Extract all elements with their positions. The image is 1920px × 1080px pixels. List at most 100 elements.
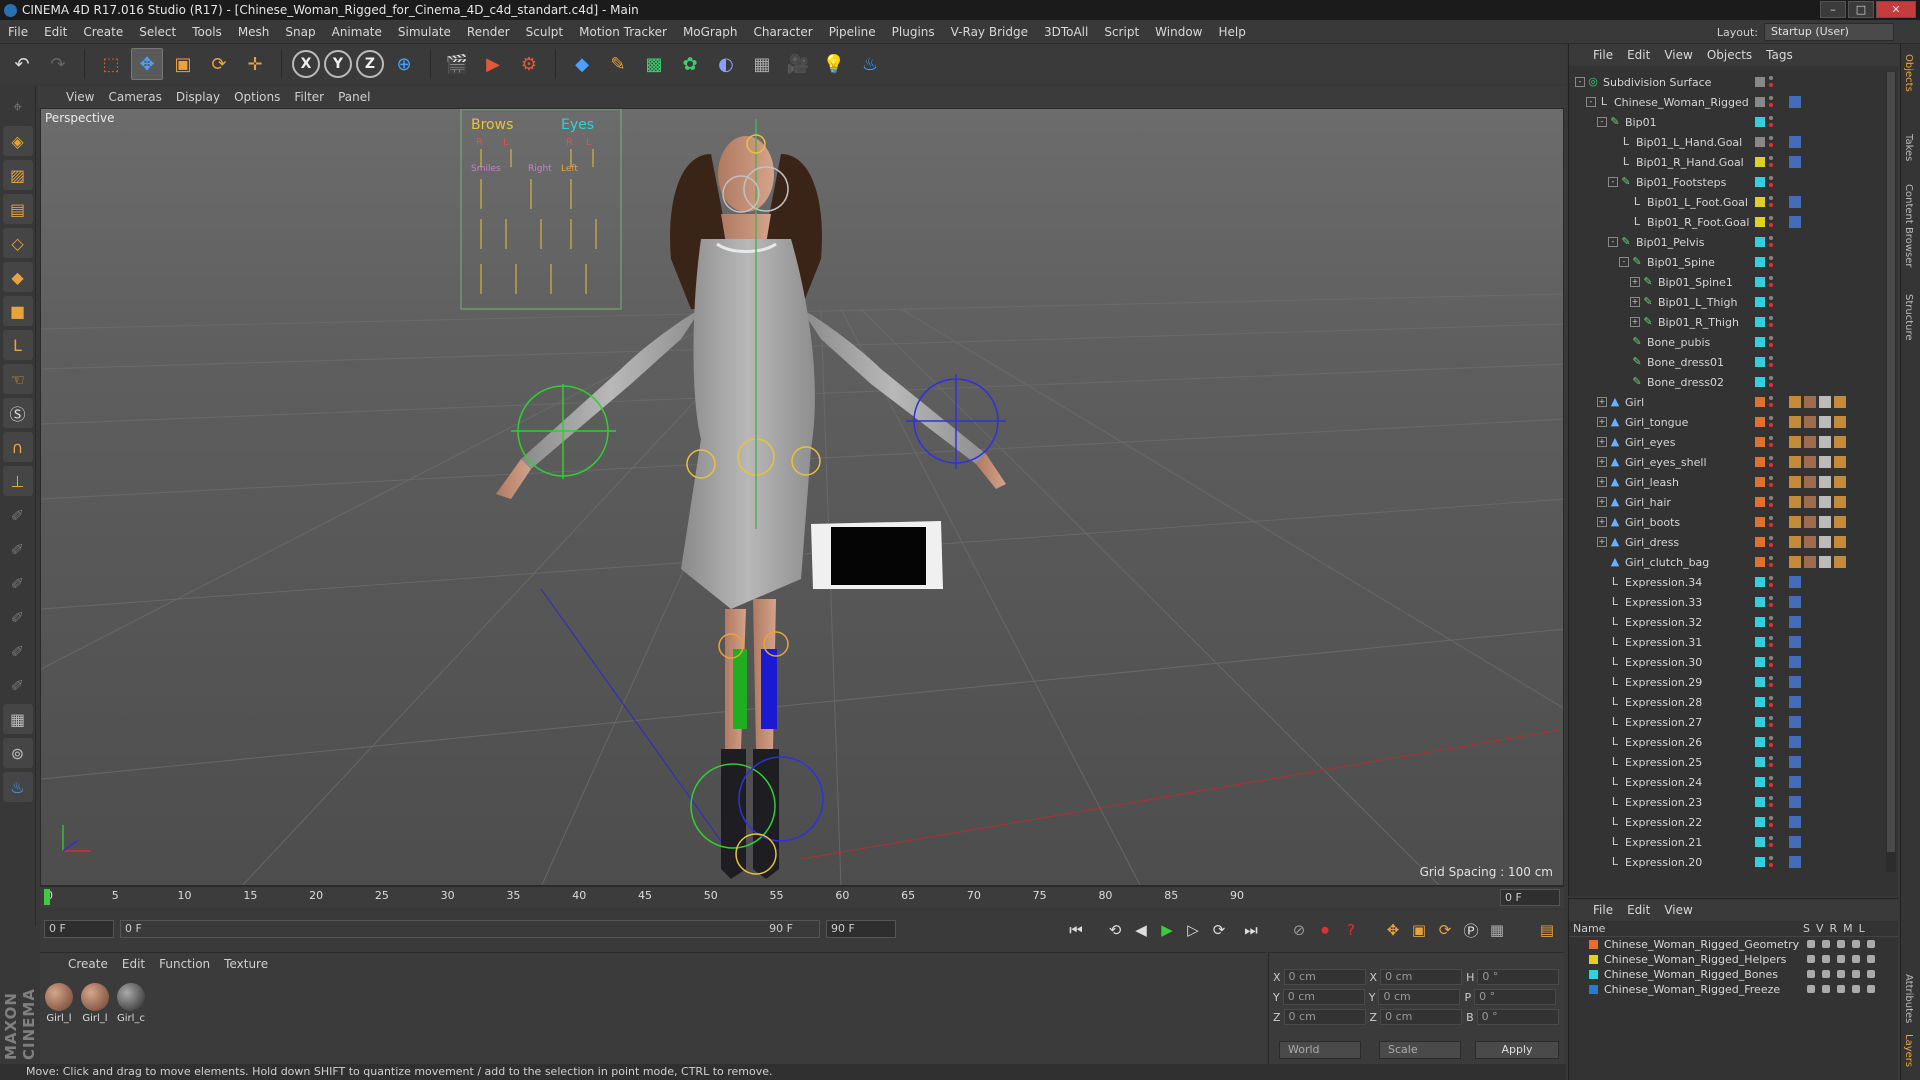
subdivision-generator-icon[interactable]: ▩: [638, 48, 670, 80]
expand-toggle-icon[interactable]: [1597, 697, 1607, 707]
key-rotation-icon[interactable]: ⟳: [1432, 918, 1458, 942]
layer-menu-edit[interactable]: Edit: [1627, 903, 1650, 917]
object-tag-icon[interactable]: [1804, 436, 1816, 448]
visibility-dots-icon[interactable]: [1769, 355, 1773, 369]
layer-color-swatch[interactable]: [1589, 970, 1598, 979]
object-tag-icon[interactable]: [1819, 396, 1831, 408]
array-generator-icon[interactable]: ✿: [674, 48, 706, 80]
expand-toggle-icon[interactable]: [1597, 557, 1607, 567]
close-button[interactable]: ✕: [1876, 1, 1916, 18]
expand-toggle-icon[interactable]: +: [1597, 497, 1607, 507]
maximize-button[interactable]: □: [1848, 1, 1874, 18]
expand-toggle-icon[interactable]: [1597, 837, 1607, 847]
expand-toggle-icon[interactable]: [1597, 677, 1607, 687]
coordinate-value-field[interactable]: 0 cm: [1283, 969, 1366, 985]
material-menu-texture[interactable]: Texture: [224, 957, 268, 973]
object-row[interactable]: L Expression.29: [1569, 672, 1887, 692]
layer-row[interactable]: Chinese_Woman_Rigged_Freeze: [1569, 982, 1898, 997]
expand-toggle-icon[interactable]: [1597, 857, 1607, 867]
object-tag-icon[interactable]: [1834, 456, 1846, 468]
expand-toggle-icon[interactable]: [1608, 137, 1618, 147]
visibility-dots-icon[interactable]: [1769, 655, 1773, 669]
object-row[interactable]: + ✎ Bip01_R_Thigh: [1569, 312, 1887, 332]
visibility-dots-icon[interactable]: [1769, 755, 1773, 769]
snap-magnet-icon[interactable]: ∩: [2, 432, 33, 462]
y-axis-lock-icon[interactable]: Y: [324, 50, 352, 78]
visibility-dots-icon[interactable]: [1769, 395, 1773, 409]
object-row[interactable]: L Bip01_L_Foot.Goal: [1569, 192, 1887, 212]
make-editable-icon[interactable]: ⌖: [3, 92, 33, 122]
side-tab-objects[interactable]: Objects: [1903, 54, 1914, 92]
object-row[interactable]: + ✎ Bip01_L_Thigh: [1569, 292, 1887, 312]
sculpt-flatten-icon[interactable]: ✐: [3, 636, 33, 666]
object-tag-icon[interactable]: [1804, 416, 1816, 428]
layer-color-swatch[interactable]: [1589, 985, 1598, 994]
material-menu-create[interactable]: Create: [68, 957, 108, 973]
object-tag-icon[interactable]: [1804, 396, 1816, 408]
object-row[interactable]: L Expression.21: [1569, 832, 1887, 852]
visibility-dots-icon[interactable]: [1769, 675, 1773, 689]
menu-mesh[interactable]: Mesh: [230, 20, 278, 44]
object-tag-icon[interactable]: [1789, 136, 1801, 148]
expand-toggle-icon[interactable]: -: [1608, 237, 1618, 247]
layer-row[interactable]: Chinese_Woman_Rigged_Geometry: [1569, 937, 1898, 952]
side-tab-takes[interactable]: Takes: [1903, 134, 1914, 161]
coordinate-value-field[interactable]: 0 °: [1474, 989, 1557, 1005]
object-row[interactable]: + ▲ Girl_leash: [1569, 472, 1887, 492]
object-row[interactable]: ✎ Bone_dress01: [1569, 352, 1887, 372]
layer-lock-icon[interactable]: [1867, 955, 1875, 963]
visibility-dots-icon[interactable]: [1769, 795, 1773, 809]
side-tab-structure[interactable]: Structure: [1903, 294, 1914, 341]
axis-mode-icon[interactable]: L: [2, 330, 33, 360]
live-selection-icon[interactable]: ⬚: [95, 48, 127, 80]
key-parameter-icon[interactable]: Ⓟ: [1458, 918, 1484, 942]
menu-3dtoall[interactable]: 3DToAll: [1036, 20, 1096, 44]
object-tag-icon[interactable]: [1789, 576, 1801, 588]
key-pla-icon[interactable]: ▦: [1484, 918, 1510, 942]
object-tag-icon[interactable]: [1789, 476, 1801, 488]
recent-tool-icon[interactable]: ✛: [239, 48, 271, 80]
layer-manager-icon[interactable]: [1852, 940, 1860, 948]
visibility-dots-icon[interactable]: [1769, 515, 1773, 529]
coordinate-space-dropdown[interactable]: World: [1279, 1041, 1361, 1059]
object-row[interactable]: - ◎ Subdivision Surface: [1569, 72, 1887, 92]
menu-window[interactable]: Window: [1147, 20, 1210, 44]
object-row[interactable]: L Expression.27: [1569, 712, 1887, 732]
sculpt-inflate-icon[interactable]: ✐: [3, 602, 33, 632]
object-tag-icon[interactable]: [1834, 536, 1846, 548]
side-tab-content-browser[interactable]: Content Browser: [1903, 184, 1914, 267]
layer-solo-icon[interactable]: [1807, 985, 1815, 993]
expand-toggle-icon[interactable]: -: [1608, 177, 1618, 187]
object-row[interactable]: L Bip01_R_Hand.Goal: [1569, 152, 1887, 172]
object-row[interactable]: L Expression.23: [1569, 792, 1887, 812]
layer-menu-file[interactable]: File: [1593, 903, 1613, 917]
visibility-dots-icon[interactable]: [1769, 775, 1773, 789]
object-menu-tags[interactable]: Tags: [1766, 48, 1793, 62]
expand-toggle-icon[interactable]: +: [1597, 457, 1607, 467]
coordinate-system-icon[interactable]: ⊕: [388, 48, 420, 80]
object-tag-icon[interactable]: [1789, 216, 1801, 228]
object-manager-scrollbar[interactable]: [1886, 72, 1896, 872]
menu-help[interactable]: Help: [1210, 20, 1253, 44]
move-tool-icon[interactable]: ✥: [131, 48, 163, 80]
object-row[interactable]: + ▲ Girl_hair: [1569, 492, 1887, 512]
visibility-dots-icon[interactable]: [1769, 835, 1773, 849]
object-tag-icon[interactable]: [1789, 716, 1801, 728]
expand-toggle-icon[interactable]: [1597, 817, 1607, 827]
expand-toggle-icon[interactable]: [1597, 757, 1607, 767]
viewport-menu-view[interactable]: View: [66, 90, 94, 104]
object-tag-icon[interactable]: [1804, 536, 1816, 548]
visibility-dots-icon[interactable]: [1769, 195, 1773, 209]
expand-toggle-icon[interactable]: +: [1597, 517, 1607, 527]
coordinate-value-field[interactable]: 0 cm: [1378, 989, 1461, 1005]
object-tag-icon[interactable]: [1789, 536, 1801, 548]
sculpt-brush-icon[interactable]: ✐: [3, 500, 33, 530]
object-row[interactable]: L Expression.30: [1569, 652, 1887, 672]
object-tag-icon[interactable]: [1789, 456, 1801, 468]
object-tag-icon[interactable]: [1819, 556, 1831, 568]
polygons-mode-icon[interactable]: ■: [2, 296, 33, 326]
layout-dropdown[interactable]: Startup (User): [1764, 23, 1894, 41]
object-row[interactable]: + ▲ Girl_eyes: [1569, 432, 1887, 452]
object-tag-icon[interactable]: [1789, 656, 1801, 668]
menu-v-ray-bridge[interactable]: V-Ray Bridge: [943, 20, 1036, 44]
